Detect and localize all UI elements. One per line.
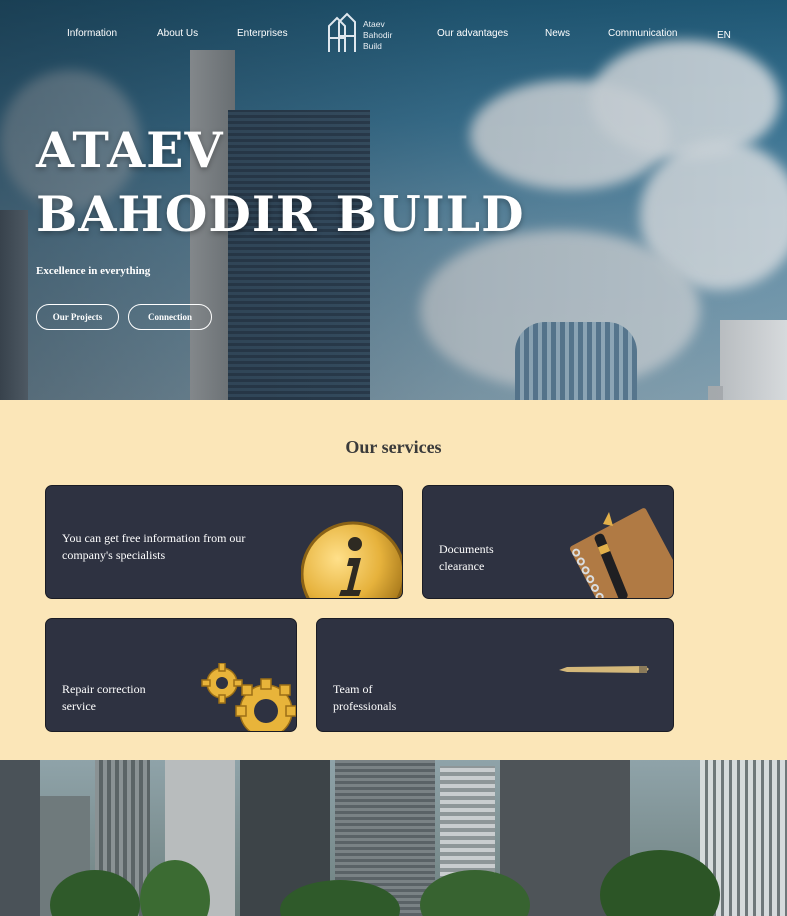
services-section: Our services You can get free informatio… xyxy=(0,400,787,760)
logo-line-3: Build xyxy=(363,41,382,51)
hero-title-line-2: BAHODIR BUILD xyxy=(36,185,525,243)
site-logo[interactable]: Ataev Bahodir Build xyxy=(327,12,402,56)
hero-section: Information About Us Enterprises Ataev B… xyxy=(0,0,787,400)
service-card-team[interactable]: Team of professionals xyxy=(316,618,674,732)
service-card-documents[interactable]: Documents clearance xyxy=(422,485,674,599)
nav-communication[interactable]: Communication xyxy=(608,28,677,39)
nav-our-advantages[interactable]: Our advantages xyxy=(437,28,508,39)
connection-button[interactable]: Connection xyxy=(128,304,212,330)
notebook-pen-icon xyxy=(569,508,673,598)
services-title: Our services xyxy=(345,437,442,457)
building xyxy=(0,760,40,916)
service-card-information[interactable]: You can get free information from our co… xyxy=(45,485,403,599)
info-coin-icon xyxy=(301,521,402,598)
hero-title-line-1: ATAEV xyxy=(36,121,224,179)
gears-icon xyxy=(201,663,296,731)
hero-subtitle: Excellence in everything xyxy=(36,265,151,277)
language-switcher[interactable]: EN xyxy=(717,30,731,41)
service-card-text: Team of professionals xyxy=(333,682,397,713)
pencil-icon xyxy=(559,666,649,673)
nav-news[interactable]: News xyxy=(545,28,570,39)
service-card-text: Documents clearance xyxy=(439,542,494,573)
nav-about-us[interactable]: About Us xyxy=(157,28,198,39)
top-navigation: Information About Us Enterprises Ataev B… xyxy=(0,0,787,70)
hero-title: ATAEV BAHODIR BUILD xyxy=(36,118,525,246)
logo-line-2: Bahodir xyxy=(363,30,393,40)
our-projects-button[interactable]: Our Projects xyxy=(36,304,119,330)
city-footer-image xyxy=(0,760,787,916)
nav-enterprises[interactable]: Enterprises xyxy=(237,28,288,39)
logo-text: Ataev Bahodir Build xyxy=(363,19,403,52)
logo-line-1: Ataev xyxy=(363,19,385,29)
service-card-text: You can get free information from our co… xyxy=(62,531,246,562)
service-card-text: Repair correction service xyxy=(62,682,146,713)
nav-information[interactable]: Information xyxy=(67,28,117,39)
service-card-repair[interactable]: Repair correction service xyxy=(45,618,297,732)
logo-icon xyxy=(328,12,356,52)
